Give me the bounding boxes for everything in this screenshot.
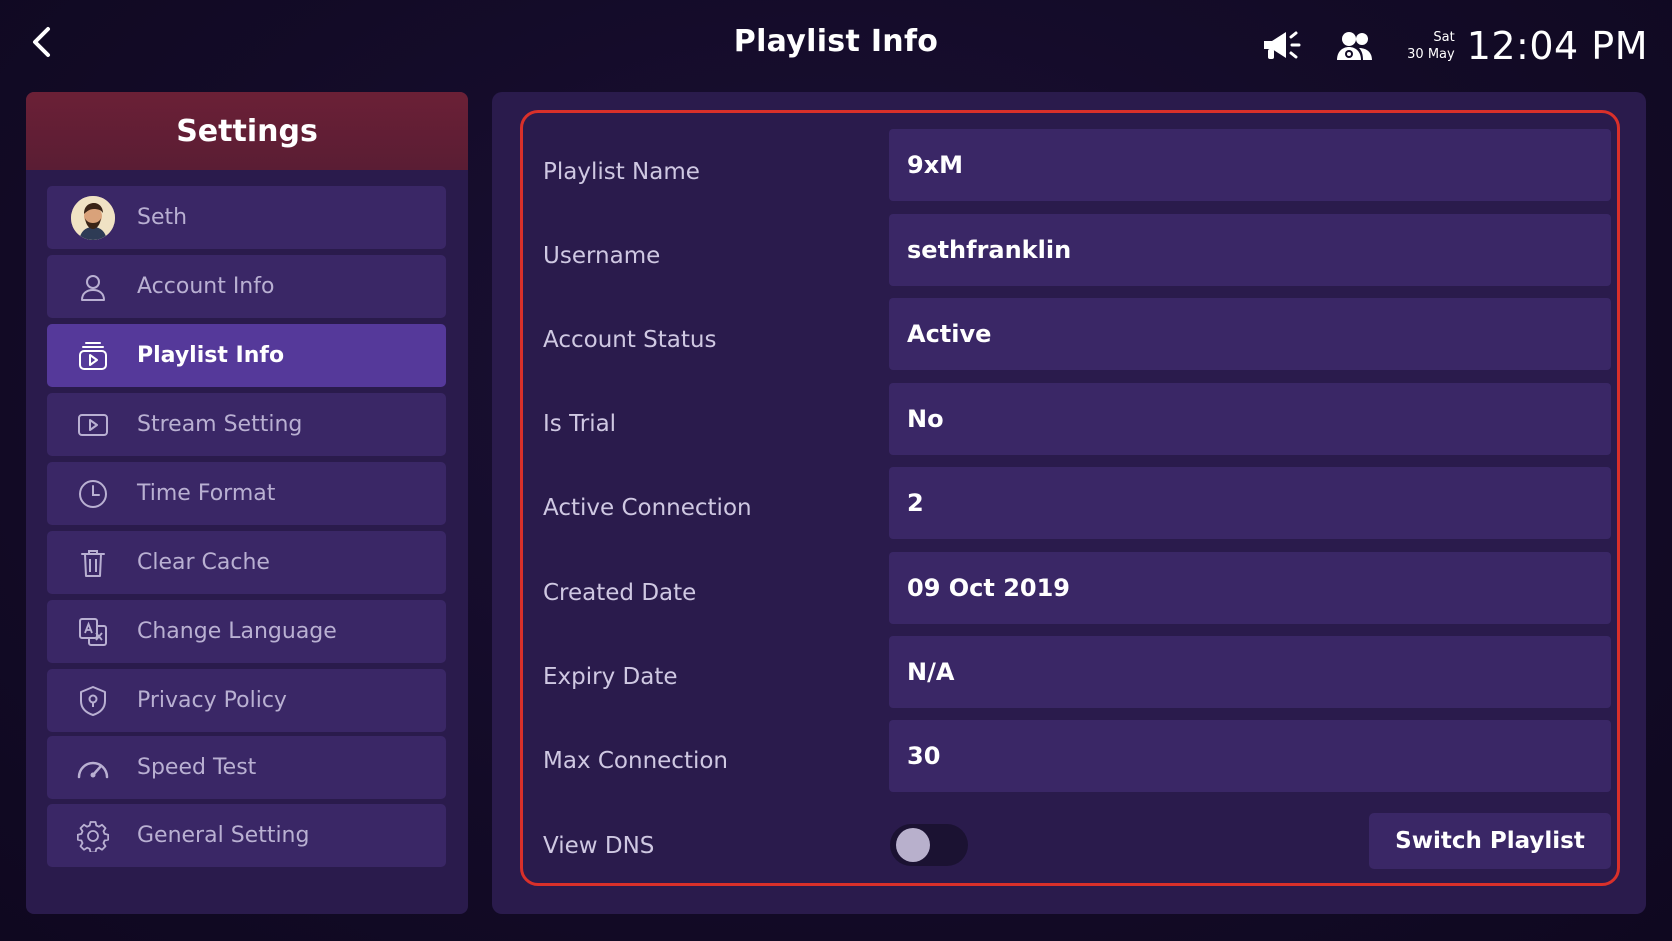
expiry-date-label: Expiry Date [543, 664, 678, 690]
playlist-icon [69, 332, 117, 380]
sidebar-item-privacy-policy[interactable]: Privacy Policy [47, 669, 446, 732]
users-icon[interactable] [1333, 24, 1377, 68]
sidebar-item-label: Account Info [137, 274, 275, 299]
username-value: sethfranklin [889, 214, 1611, 286]
sidebar-item-account-info[interactable]: Account Info [47, 255, 446, 318]
sidebar-item-stream-setting[interactable]: Stream Setting [47, 393, 446, 456]
clock: 12:04 PM [1466, 24, 1648, 68]
playlist-name-value: 9xM [889, 129, 1611, 201]
user-icon [69, 263, 117, 311]
sidebar-item-general-setting[interactable]: General Setting [47, 804, 446, 867]
is-trial-value: No [889, 383, 1611, 455]
sidebar-item-label: Clear Cache [137, 550, 270, 575]
translate-icon [69, 608, 117, 656]
active-connection-label: Active Connection [543, 495, 752, 521]
username-label: Username [543, 243, 661, 269]
clock-icon [69, 470, 117, 518]
expiry-date-value: N/A [889, 636, 1611, 708]
sidebar-item-playlist-info[interactable]: Playlist Info [47, 324, 446, 387]
sidebar-item-label: Stream Setting [137, 412, 303, 437]
sidebar-item-profile[interactable]: Seth [47, 186, 446, 249]
play-icon [69, 401, 117, 449]
max-connection-value: 30 [889, 720, 1611, 792]
sidebar-item-label: General Setting [137, 823, 310, 848]
trash-icon [69, 539, 117, 587]
speedometer-icon [69, 744, 117, 792]
sidebar-item-label: Seth [137, 205, 188, 230]
account-status-value: Active [889, 298, 1611, 370]
account-status-label: Account Status [543, 327, 717, 353]
gear-icon [69, 812, 117, 860]
day-label: Sat [1433, 30, 1455, 45]
view-dns-toggle[interactable] [890, 824, 968, 866]
created-date-value: 09 Oct 2019 [889, 552, 1611, 624]
playlist-info-box: Playlist Name 9xM Username sethfranklin … [520, 110, 1620, 886]
sidebar-item-change-language[interactable]: Change Language [47, 600, 446, 663]
sidebar-item-time-format[interactable]: Time Format [47, 462, 446, 525]
sidebar-item-label: Speed Test [137, 755, 257, 780]
date-label: 30 May [1407, 47, 1455, 62]
playlist-name-label: Playlist Name [543, 159, 700, 185]
is-trial-label: Is Trial [543, 411, 617, 437]
sidebar-item-label: Time Format [137, 481, 276, 506]
playlist-info-panel: Playlist Name 9xM Username sethfranklin … [492, 92, 1646, 914]
sidebar-title: Settings [26, 92, 468, 170]
settings-sidebar: Settings Seth Account Info Playlist Info… [26, 92, 468, 914]
sidebar-item-label: Privacy Policy [137, 688, 287, 713]
active-connection-value: 2 [889, 467, 1611, 539]
sidebar-item-clear-cache[interactable]: Clear Cache [47, 531, 446, 594]
view-dns-label: View DNS [543, 833, 655, 859]
sidebar-item-label: Playlist Info [137, 343, 285, 368]
playlist-info-screen: Playlist Info Sat 30 May 12:04 PM Settin… [0, 0, 1672, 941]
toggle-knob [896, 828, 930, 862]
sidebar-item-speed-test[interactable]: Speed Test [47, 736, 446, 799]
shield-icon [69, 677, 117, 725]
avatar [71, 195, 115, 240]
created-date-label: Created Date [543, 580, 697, 606]
switch-playlist-button[interactable]: Switch Playlist [1369, 813, 1611, 869]
max-connection-label: Max Connection [543, 748, 728, 774]
sidebar-item-label: Change Language [137, 619, 337, 644]
status-area: Sat 30 May 12:04 PM [1259, 18, 1648, 74]
megaphone-icon[interactable] [1259, 24, 1303, 68]
date-display: Sat 30 May [1407, 29, 1455, 63]
